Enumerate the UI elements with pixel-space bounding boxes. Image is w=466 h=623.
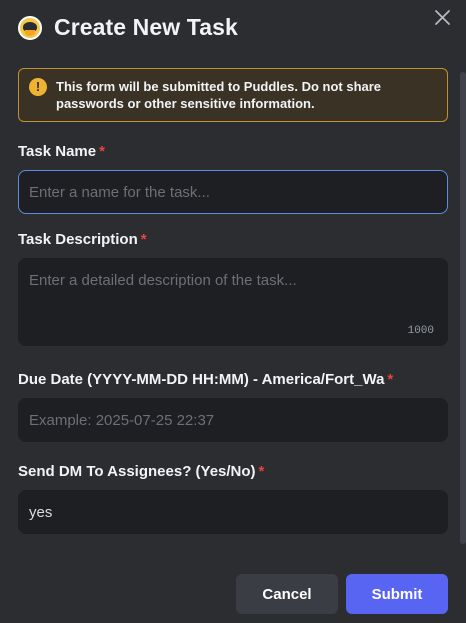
warning-icon: ! (29, 78, 47, 96)
due-date-label: Due Date (YYYY-MM-DD HH:MM) - America/Fo… (18, 371, 393, 388)
warning-text: This form will be submitted to Puddles. … (56, 79, 382, 111)
send-dm-label-text: Send DM To Assignees? (Yes/No) (18, 463, 256, 480)
due-date-label-text: Due Date (YYYY-MM-DD HH:MM) - America/Fo… (18, 371, 385, 388)
create-task-modal: Create New Task ! This form will be subm… (0, 0, 466, 623)
send-dm-label: Send DM To Assignees? (Yes/No) * (18, 463, 264, 480)
task-name-label-text: Task Name (18, 143, 97, 160)
submit-button[interactable]: Submit (346, 574, 448, 614)
required-mark: * (258, 463, 265, 480)
send-dm-input[interactable] (18, 490, 448, 534)
task-description-textarea[interactable] (18, 258, 448, 346)
modal-header: Create New Task (18, 14, 238, 41)
task-description-label: Task Description * (18, 231, 147, 248)
required-mark: * (387, 371, 394, 388)
char-counter: 1000 (407, 325, 434, 337)
required-mark: * (99, 143, 105, 160)
due-date-input[interactable] (18, 398, 448, 442)
modal-title: Create New Task (54, 14, 238, 40)
required-mark: * (140, 231, 147, 248)
warning-banner: ! This form will be submitted to Puddles… (18, 68, 448, 122)
close-icon[interactable] (430, 6, 454, 30)
task-description-label-text: Task Description (18, 231, 138, 248)
cancel-button[interactable]: Cancel (236, 574, 338, 614)
task-name-label: Task Name * (18, 143, 105, 160)
scrollbar[interactable] (460, 72, 466, 544)
task-name-input[interactable] (18, 170, 448, 214)
app-avatar-icon (18, 15, 42, 40)
